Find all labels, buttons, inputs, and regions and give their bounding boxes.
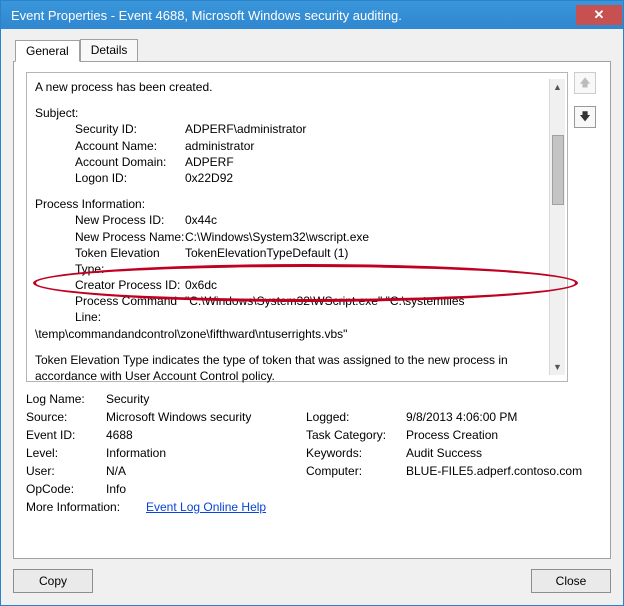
keywords-value: Audit Success	[406, 446, 598, 460]
user-value: N/A	[106, 464, 306, 478]
titlebar[interactable]: Event Properties - Event 4688, Microsoft…	[1, 1, 623, 29]
copy-button[interactable]: Copy	[13, 569, 93, 593]
dialog-buttons: Copy Close	[13, 569, 611, 593]
window-title: Event Properties - Event 4688, Microsoft…	[11, 8, 576, 23]
scroll-thumb[interactable]	[552, 135, 564, 205]
logged-label: Logged:	[306, 410, 406, 424]
cmdline-value-2: \temp\commandandcontrol\zone\fifthward\n…	[35, 326, 549, 342]
log-name-label: Log Name:	[26, 392, 106, 406]
next-event-button[interactable]: 🡇	[574, 106, 596, 128]
nav-arrows: 🡅 🡇	[574, 72, 598, 128]
more-info-label: More Information:	[26, 500, 146, 514]
process-info-label: Process Information:	[35, 196, 549, 212]
prev-event-button[interactable]: 🡅	[574, 72, 596, 94]
source-value: Microsoft Windows security	[106, 410, 306, 424]
event-id-value: 4688	[106, 428, 306, 442]
account-domain-value: ADPERF	[185, 154, 549, 170]
tab-details[interactable]: Details	[80, 39, 139, 61]
event-id-label: Event ID:	[26, 428, 106, 442]
close-button[interactable]: Close	[531, 569, 611, 593]
window-close-button[interactable]: ✕	[576, 5, 622, 25]
cmdline-label: Process Command Line:	[35, 293, 185, 325]
account-domain-label: Account Domain:	[35, 154, 185, 170]
opcode-label: OpCode:	[26, 482, 106, 496]
task-category-value: Process Creation	[406, 428, 598, 442]
upper-row: A new process has been created. Subject:…	[26, 72, 598, 382]
task-category-label: Task Category:	[306, 428, 406, 442]
user-label: User:	[26, 464, 106, 478]
new-pid-value: 0x44c	[185, 212, 549, 228]
logon-id-label: Logon ID:	[35, 170, 185, 186]
new-pname-label: New Process Name:	[35, 229, 185, 245]
security-id-value: ADPERF\administrator	[185, 121, 549, 137]
details-grid: Log Name: Security Source: Microsoft Win…	[26, 392, 598, 518]
account-name-value: administrator	[185, 138, 549, 154]
computer-label: Computer:	[306, 464, 406, 478]
window-body: General Details A new process has been c…	[1, 29, 623, 605]
new-pname-value: C:\Windows\System32\wscript.exe	[185, 229, 549, 245]
log-name-value: Security	[106, 392, 306, 406]
event-properties-window: Event Properties - Event 4688, Microsoft…	[0, 0, 624, 606]
opcode-value: Info	[106, 482, 306, 496]
tet-value: TokenElevationTypeDefault (1)	[185, 245, 549, 277]
scroll-down-icon[interactable]: ▼	[553, 359, 562, 375]
creator-pid-label: Creator Process ID:	[35, 277, 185, 293]
event-description-inner: A new process has been created. Subject:…	[35, 79, 549, 375]
arrow-up-icon: 🡅	[579, 74, 590, 93]
level-label: Level:	[26, 446, 106, 460]
computer-value: BLUE-FILE5.adperf.contoso.com	[406, 464, 598, 478]
event-header: A new process has been created.	[35, 79, 549, 95]
logged-value: 9/8/2013 4:06:00 PM	[406, 410, 598, 424]
more-info-link[interactable]: Event Log Online Help	[146, 500, 266, 514]
vertical-scrollbar[interactable]: ▲ ▼	[549, 79, 565, 375]
creator-pid-value: 0x6dc	[185, 277, 549, 293]
tab-panel: A new process has been created. Subject:…	[13, 61, 611, 559]
tab-general[interactable]: General	[15, 40, 80, 62]
account-name-label: Account Name:	[35, 138, 185, 154]
new-pid-label: New Process ID:	[35, 212, 185, 228]
source-label: Source:	[26, 410, 106, 424]
subject-label: Subject:	[35, 105, 549, 121]
arrow-down-icon: 🡇	[579, 108, 590, 127]
close-icon: ✕	[594, 7, 605, 23]
scroll-up-icon[interactable]: ▲	[553, 79, 562, 95]
keywords-label: Keywords:	[306, 446, 406, 460]
level-value: Information	[106, 446, 306, 460]
logon-id-value: 0x22D92	[185, 170, 549, 186]
event-description-box: A new process has been created. Subject:…	[26, 72, 568, 382]
tab-strip: General Details	[15, 39, 611, 61]
security-id-label: Security ID:	[35, 121, 185, 137]
tet-label: Token Elevation Type:	[35, 245, 185, 277]
cmdline-value-1: "C:\Windows\System32\WScript.exe" "C:\sy…	[185, 293, 549, 325]
event-explanation: Token Elevation Type indicates the type …	[35, 352, 549, 384]
